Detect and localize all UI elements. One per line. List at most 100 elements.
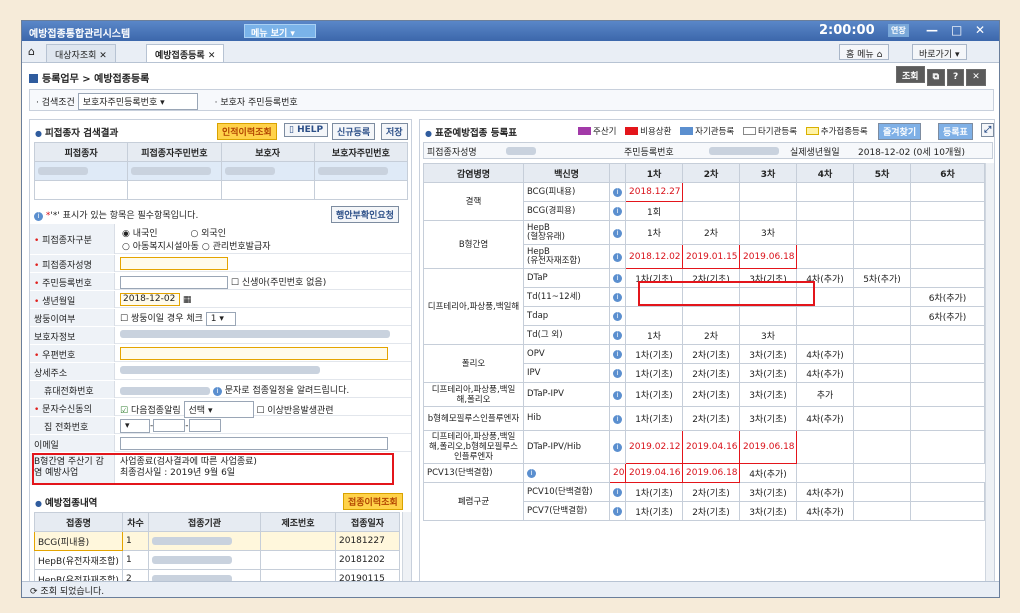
home-phone-field[interactable]: ▾ - - (120, 419, 221, 433)
addr-field[interactable] (120, 365, 320, 375)
dose-cell[interactable] (910, 325, 985, 345)
dose-cell[interactable]: 3차(기초) (739, 363, 797, 383)
dose-cell[interactable] (853, 382, 911, 407)
dose-cell[interactable] (682, 201, 740, 221)
dose-cell[interactable]: 3차 (739, 220, 797, 245)
dose-cell[interactable]: 1차 (625, 325, 683, 345)
dose-cell[interactable] (853, 182, 911, 202)
history-lookup-button[interactable]: 접종이력조회 (343, 493, 403, 510)
radio-managed[interactable]: ○ 관리번호발급자 (202, 242, 271, 252)
dose-cell[interactable]: 2018.12.27 (625, 182, 683, 202)
radio-domestic[interactable]: ◉ 내국인 (122, 229, 158, 239)
dose-cell[interactable] (910, 363, 985, 383)
popup-icon[interactable]: ⧉ (926, 69, 945, 86)
zip-field[interactable] (120, 347, 388, 360)
dose-cell[interactable] (853, 287, 911, 307)
table-scrollbar[interactable] (985, 163, 994, 586)
info-icon[interactable]: i (613, 293, 622, 302)
dose-cell[interactable] (682, 182, 740, 202)
radio-foreign[interactable]: ○ 외국인 (190, 229, 226, 239)
birth-value[interactable]: 2018-12-02 (120, 293, 180, 306)
dose-cell[interactable] (910, 382, 985, 407)
name-field[interactable] (120, 257, 228, 270)
admin-verify-button[interactable]: 행안부확인요청 (331, 206, 399, 223)
dose-cell[interactable]: 4차(추가) (796, 406, 854, 431)
info-icon[interactable]: i (613, 507, 622, 516)
history-scrollbar[interactable] (402, 512, 411, 586)
dose-cell[interactable]: 2차(기초) (682, 363, 740, 383)
dose-cell[interactable]: 4차(추가) (796, 344, 854, 364)
dose-cell[interactable]: 2019.06.18 (739, 430, 797, 464)
dose-cell[interactable]: 1차(기초) (625, 501, 683, 521)
info-icon[interactable]: i (613, 443, 622, 452)
dose-cell[interactable]: 1차(기초) (625, 382, 683, 407)
sms-select[interactable]: 선택 ▾ (183, 401, 254, 418)
dose-cell[interactable] (853, 482, 911, 502)
close-icon[interactable]: ✕ (975, 23, 985, 37)
info-icon[interactable]: i (613, 414, 622, 424)
rrn-field[interactable]: ☐ 신생아(주민번호 없음) (120, 275, 326, 289)
new-register-button[interactable]: 신규등록 (332, 123, 376, 140)
dose-cell[interactable]: 6차(추가) (910, 306, 985, 326)
dose-cell[interactable]: 2차 (682, 220, 740, 245)
help-button[interactable]: ▯ HELP (284, 123, 329, 137)
history-button[interactable]: 인적이력조회 (217, 123, 277, 140)
dose-cell[interactable]: 3차(기초) (739, 482, 797, 502)
dose-cell[interactable]: 1차(기초) (625, 406, 683, 431)
dose-cell[interactable] (853, 220, 911, 245)
dose-cell[interactable] (853, 325, 911, 345)
adverse-checkbox[interactable]: ☐ 이상반응발생관련 (256, 406, 333, 416)
info-icon[interactable]: i (613, 188, 622, 197)
close-tab-icon[interactable]: ✕ (208, 51, 216, 61)
dose-cell[interactable] (796, 201, 854, 221)
table-row[interactable] (33, 161, 409, 181)
expand-icon[interactable]: ⤢ (981, 123, 994, 137)
menu-button[interactable]: 메뉴 보기 ▾ (244, 24, 316, 39)
dose-cell[interactable]: 2019.06.18 (682, 463, 740, 483)
dose-cell[interactable]: 3차 (739, 325, 797, 345)
info-icon[interactable]: i (613, 228, 622, 238)
dose-cell[interactable]: 5차(추가) (853, 268, 911, 288)
dose-cell[interactable] (682, 306, 740, 326)
calendar-icon[interactable]: ▦ (183, 295, 192, 305)
dose-cell[interactable] (853, 463, 911, 483)
extend-button[interactable]: 연장 (888, 24, 909, 37)
dose-cell[interactable]: 2차(기초) (682, 501, 740, 521)
search-button[interactable]: 조회 (896, 66, 925, 83)
dose-cell[interactable]: 2019.04.16 (682, 430, 740, 464)
home-icon[interactable]: ⌂ (28, 45, 35, 58)
save-button[interactable]: 저장 (381, 123, 408, 140)
dose-cell[interactable]: 2차 (682, 325, 740, 345)
dose-cell[interactable]: 2019.04.16 (625, 463, 683, 483)
dose-cell[interactable] (910, 268, 985, 288)
info-icon[interactable]: i (613, 350, 622, 359)
info-icon[interactable]: i (613, 207, 622, 216)
mobile-input[interactable] (120, 386, 210, 395)
dose-cell[interactable] (910, 201, 985, 221)
goto-button[interactable]: 바로가기 ▾ (912, 44, 967, 60)
dose-cell[interactable]: 2019.02.12 (625, 430, 683, 464)
maximize-icon[interactable]: □ (951, 23, 962, 37)
dose-cell[interactable] (853, 344, 911, 364)
dose-cell[interactable]: 추가 (796, 382, 854, 407)
info-icon[interactable]: i (613, 252, 622, 262)
table-row[interactable]: BCG(피내용) 1 20181227 (34, 531, 400, 551)
dose-cell[interactable] (796, 463, 854, 483)
birth-field[interactable]: 2018-12-02 ▦ (120, 293, 191, 306)
table-row[interactable] (33, 180, 409, 200)
guardian-field[interactable] (120, 329, 390, 339)
dose-cell[interactable] (739, 201, 797, 221)
info-icon[interactable]: i (613, 390, 622, 400)
dose-cell[interactable] (853, 201, 911, 221)
dose-cell[interactable]: 1차(기초) (625, 344, 683, 364)
dose-cell[interactable]: 2차(기초) (682, 382, 740, 407)
dose-cell[interactable] (910, 406, 985, 431)
register-table-button[interactable]: 등록표 (938, 123, 973, 140)
email-field[interactable] (120, 437, 388, 450)
dose-cell[interactable]: 1차 (625, 220, 683, 245)
dose-cell[interactable] (910, 344, 985, 364)
dose-cell[interactable]: 1회 (625, 201, 683, 221)
next-alert-checkbox[interactable]: ☑ 다음접종알림 (120, 406, 181, 416)
dose-cell[interactable]: 2차(기초) (682, 406, 740, 431)
info-icon[interactable]: i (613, 331, 622, 340)
